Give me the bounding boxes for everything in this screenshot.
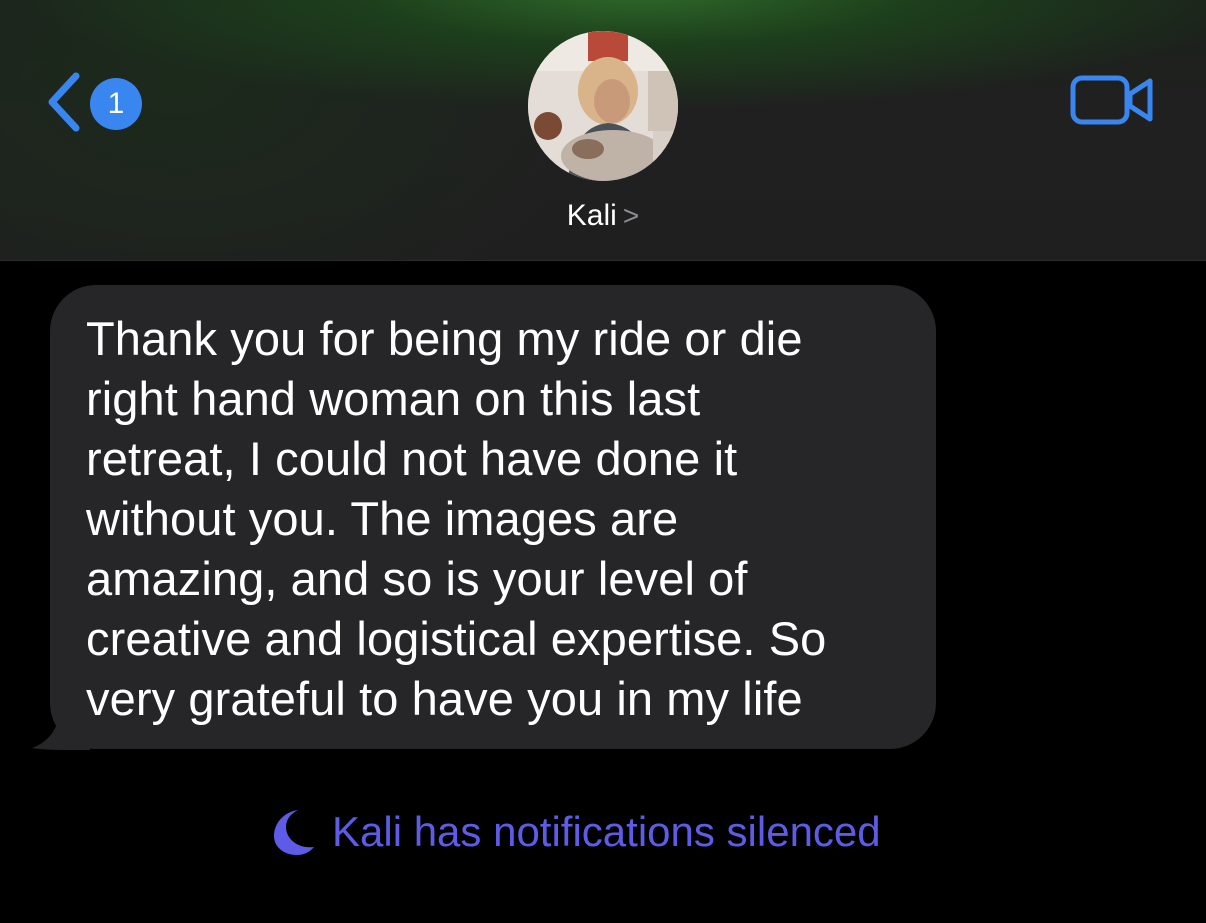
back-button[interactable]: 1 bbox=[44, 70, 154, 134]
message-line: amazing, and so is your level of bbox=[86, 552, 748, 605]
avatar-photo bbox=[528, 31, 678, 181]
contact-name-button[interactable]: Kali > bbox=[0, 196, 1206, 236]
message-line: very grateful to have you in my life bbox=[86, 672, 803, 725]
message-line: Thank you for being my ride or die bbox=[86, 312, 803, 365]
chevron-right-icon: > bbox=[622, 200, 640, 231]
contact-name: Kali bbox=[566, 199, 617, 232]
message-line: without you. The images are bbox=[86, 492, 679, 545]
notifications-silenced-status: Kali has notifications silenced bbox=[268, 804, 881, 860]
conversation-header: 1 Kali > bbox=[0, 0, 1206, 261]
message-line: creative and logistical expertise. So bbox=[86, 612, 827, 665]
chevron-left-icon bbox=[48, 72, 80, 132]
contact-avatar[interactable] bbox=[528, 31, 678, 181]
video-camera-icon bbox=[1070, 75, 1153, 125]
facetime-video-button[interactable] bbox=[1070, 72, 1156, 128]
silenced-label: Kali has notifications silenced bbox=[332, 808, 881, 855]
message-line: retreat, I could not have done it bbox=[86, 432, 738, 485]
unread-count-badge: 1 bbox=[90, 78, 142, 130]
incoming-message-bubble[interactable]: Thank you for being my ride or die right… bbox=[50, 285, 936, 749]
moon-icon bbox=[274, 810, 314, 855]
message-line: right hand woman on this last bbox=[86, 372, 701, 425]
message-text: Thank you for being my ride or die right… bbox=[86, 309, 906, 729]
